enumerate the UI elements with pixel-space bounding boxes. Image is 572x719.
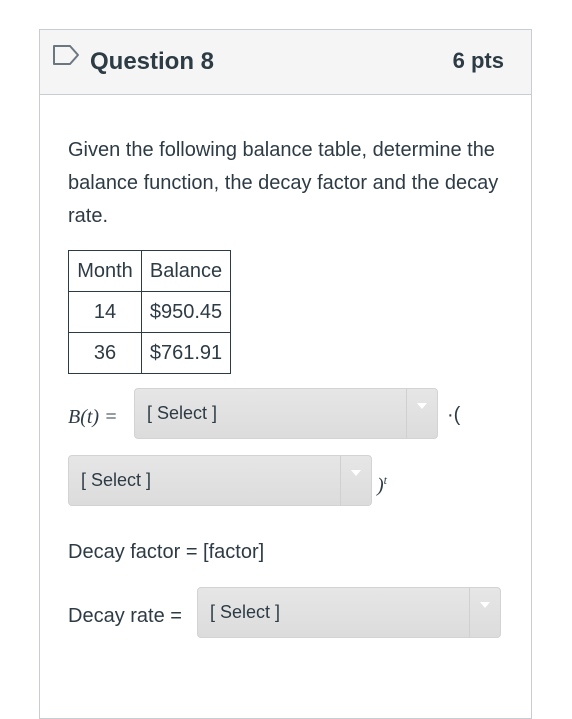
formula-lhs: B(t) =: [68, 406, 118, 429]
table-row: 14 $950.45: [68, 291, 231, 333]
decay-base-select[interactable]: [ Select ]: [68, 455, 372, 506]
select-value: [ Select ]: [147, 403, 218, 423]
table-cell-balance: $950.45: [141, 291, 231, 333]
table-cell-month: 36: [68, 332, 142, 374]
question-points: 6 pts: [452, 48, 504, 73]
table-header-month: Month: [68, 250, 142, 292]
chevron-down-icon: [340, 456, 371, 505]
formula-multiply: ·(: [447, 404, 461, 426]
table-cell-month: 14: [68, 291, 142, 333]
formula-close-paren: ): [377, 474, 384, 497]
question-header: Question 8 6 pts: [40, 30, 531, 95]
formula-exponent: t: [383, 473, 388, 487]
select-value: [ Select ]: [210, 602, 281, 622]
question-body: Given the following balance table, deter…: [68, 134, 508, 374]
table-row: 36 $761.91: [68, 332, 231, 374]
balance-initial-select[interactable]: [ Select ]: [134, 388, 438, 439]
formula-lhs-text: B(t) =: [68, 406, 118, 428]
chevron-down-icon: [406, 389, 437, 438]
select-value: [ Select ]: [81, 470, 152, 490]
table-header-row: Month Balance: [68, 250, 231, 292]
formula-close: )t: [377, 473, 387, 498]
question-prompt: Given the following balance table, deter…: [68, 139, 499, 227]
decay-factor-label: Decay factor = [factor]: [68, 541, 265, 563]
balance-table: Month Balance 14 $950.45 36 $761.91: [68, 250, 231, 374]
chevron-down-icon: [469, 588, 500, 637]
decay-rate-select[interactable]: [ Select ]: [197, 587, 501, 638]
flag-icon[interactable]: [52, 44, 80, 66]
decay-rate-label: Decay rate =: [68, 605, 182, 627]
table-cell-balance: $761.91: [141, 332, 231, 374]
table-header-balance: Balance: [141, 250, 231, 292]
question-title: Question 8: [90, 48, 215, 75]
